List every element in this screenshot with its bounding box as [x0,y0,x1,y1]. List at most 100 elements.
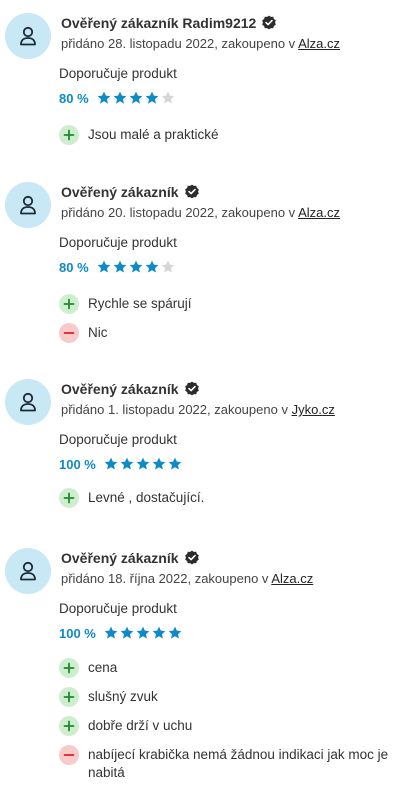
verified-check-icon [184,381,199,396]
rating-percent: 100 % [59,625,96,641]
rating-stars [97,91,175,105]
star-filled-icon [120,626,134,639]
shop-link[interactable]: Alza.cz [298,205,340,220]
star-filled-icon [168,457,182,470]
rating-stars [104,626,182,640]
star-filled-icon [145,260,158,273]
minus-icon [59,323,79,343]
author-name: Ověřený zákazník [61,381,179,397]
plus-icon [59,716,79,736]
pro-text: Jsou malé a praktické [88,127,219,142]
con-item: Nic [59,323,192,343]
pro-item: dobře drží v uchu [59,716,408,736]
star-filled-icon [113,91,126,104]
rating-stars [97,260,175,274]
recommend-label: Doporučuje produkt [59,601,177,616]
pro-item: Rychle se spárují [59,294,192,314]
review-card: Ověřený zákazník přidáno 1. listopadu 20… [0,379,415,529]
plus-icon [59,294,79,314]
user-icon [20,195,36,215]
pro-text: dobře drží v uchu [88,718,193,733]
star-filled-icon [168,626,182,639]
star-filled-icon [136,626,150,639]
star-filled-icon [152,457,166,470]
review-author: Ověřený zákazník [61,182,200,202]
avatar [5,379,51,425]
avatar [5,548,51,594]
rating-stars [104,457,182,471]
pro-text: slušný zvuk [88,689,158,704]
review-author: Ověřený zákazník [61,548,200,568]
review-card: Ověřený zákazník přidáno 20. listopadu 2… [0,182,415,362]
star-filled-icon [136,457,150,470]
user-icon [20,392,36,412]
plus-icon [59,687,79,707]
star-filled-icon [97,260,110,273]
star-filled-icon [145,91,158,104]
pro-item: slušný zvuk [59,687,408,707]
review-card: Ověřený zákazník přidáno 18. října 2022,… [0,548,415,793]
rating: 100 % [59,624,182,642]
author-name: Ověřený zákazník [61,550,179,566]
review-meta: přidáno 28. listopadu 2022, zakoupeno v … [61,35,340,53]
plus-icon [59,488,79,508]
star-filled-icon [129,260,142,273]
pro-item: Jsou malé a praktické [59,125,219,145]
recommend-label: Doporučuje produkt [59,66,177,81]
review-meta: přidáno 20. listopadu 2022, zakoupeno v … [61,204,340,222]
review-date-text: přidáno 18. října 2022, zakoupeno v [61,571,272,586]
star-filled-icon [113,260,126,273]
rating-percent: 80 % [59,90,89,106]
con-item: nabíjecí krabička nemá žádnou indikaci j… [59,745,408,782]
recommend-label: Doporučuje produkt [59,432,177,447]
review-card: Ověřený zákazník Radim9212 přidáno 28. l… [0,13,415,163]
pro-text: cena [88,660,118,675]
pro-text: Rychle se spárují [88,296,192,311]
review-date-text: přidáno 20. listopadu 2022, zakoupeno v [61,205,299,220]
con-text: Nic [88,325,108,340]
shop-link[interactable]: Alza.cz [298,36,340,51]
review-date-text: přidáno 1. listopadu 2022, zakoupeno v [61,402,292,417]
rating: 100 % [59,455,182,473]
pros-cons-list: Jsou malé a praktické [59,125,219,154]
rating: 80 % [59,89,175,107]
rating-percent: 80 % [59,259,89,275]
user-icon [20,561,36,581]
review-date-text: přidáno 28. listopadu 2022, zakoupeno v [61,36,299,51]
verified-check-icon [184,184,199,199]
rating: 80 % [59,258,175,276]
pros-cons-list: cena slušný zvuk dobře drží v uchu nabíjecí… [59,658,408,791]
minus-icon [59,745,79,765]
verified-check-icon [262,15,277,30]
plus-icon [59,125,79,145]
star-filled-icon [104,457,118,470]
star-empty-icon [161,91,174,104]
star-filled-icon [120,457,134,470]
avatar [5,182,51,228]
author-name: Ověřený zákazník Radim9212 [61,15,257,31]
star-filled-icon [152,626,166,639]
rating-percent: 100 % [59,456,96,472]
pro-item: Levné , dostačující. [59,488,204,508]
plus-icon [59,658,79,678]
shop-link[interactable]: Jyko.cz [292,402,335,417]
recommend-label: Doporučuje produkt [59,235,177,250]
star-filled-icon [104,626,118,639]
author-name: Ověřený zákazník [61,184,179,200]
user-icon [20,26,36,46]
pro-item: cena [59,658,408,678]
shop-link[interactable]: Alza.cz [271,571,313,586]
pros-cons-list: Levné , dostačující. [59,488,204,517]
star-empty-icon [161,260,174,273]
review-author: Ověřený zákazník [61,379,200,399]
review-meta: přidáno 1. listopadu 2022, zakoupeno v J… [61,401,335,419]
verified-check-icon [184,550,199,565]
star-filled-icon [129,91,142,104]
review-author: Ověřený zákazník Radim9212 [61,13,277,33]
star-filled-icon [97,91,110,104]
avatar [5,13,51,59]
pros-cons-list: Rychle se spárují Nic [59,294,192,352]
pro-text: Levné , dostačující. [88,490,205,505]
review-meta: přidáno 18. října 2022, zakoupeno v Alza… [61,570,313,588]
con-text: nabíjecí krabička nemá žádnou indikaci j… [88,747,389,780]
